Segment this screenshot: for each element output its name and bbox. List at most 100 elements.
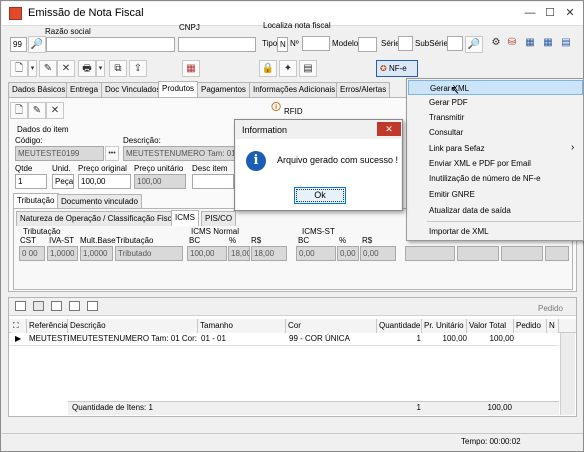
new-document-icon[interactable]: 🗋 (10, 60, 28, 77)
st-bc-field[interactable]: 0,00 (296, 246, 336, 261)
vertical-scrollbar[interactable] (560, 333, 575, 415)
col-n[interactable]: N (547, 319, 559, 333)
menu-item-atualizar-data[interactable]: Atualizar data de saída (408, 203, 583, 218)
menu-item-gerar-xml[interactable]: Gerar XML (408, 80, 583, 95)
rs-field[interactable]: 18,00 (251, 246, 287, 261)
export-icon[interactable]: ⇪ (129, 60, 147, 77)
menu-item-inutilizacao[interactable]: Inutilização de número de NF-e (408, 171, 583, 186)
menu-item-emitir-gnre[interactable]: Emitir GNRE (408, 187, 583, 202)
modelo-label: Modelo (332, 39, 359, 48)
minimize-button[interactable]: — (522, 6, 538, 20)
new-dropdown-icon[interactable]: ▾ (28, 60, 37, 77)
menu-item-transmitir[interactable]: Transmitir (408, 110, 583, 125)
tab-doc-vinculados[interactable]: Doc Vinculados (101, 82, 165, 97)
menu-item-link-sefaz[interactable]: Link para Sefaz (408, 141, 583, 156)
col-referencia[interactable]: Referência (27, 319, 68, 333)
modelo-field[interactable] (358, 37, 377, 52)
bc-field[interactable]: 100,00 (187, 246, 227, 261)
subtab-tributacao[interactable]: Tributação (13, 193, 59, 209)
col-quantidade[interactable]: Quantidade (377, 319, 422, 333)
extra-field-3[interactable] (501, 246, 543, 261)
nfe-button[interactable]: ✪ NF-e (376, 60, 418, 77)
preco-original-field[interactable]: 100,00 (78, 174, 131, 189)
col-cor[interactable]: Cor (286, 319, 377, 333)
grid-icon-4[interactable] (69, 301, 80, 311)
tab-produtos[interactable]: Produtos (158, 81, 199, 97)
tool-icon-4[interactable]: ▦ (539, 35, 557, 52)
st-perc-field[interactable]: 0,00 (337, 246, 359, 261)
print-dropdown-icon[interactable]: ▾ (96, 60, 105, 77)
extra-field-2[interactable] (457, 246, 499, 261)
edit-icon[interactable]: ✎ (39, 60, 57, 77)
menu-item-enviar-email[interactable]: Enviar XML e PDF por Email (408, 156, 583, 171)
tab-informacoes-adicionais[interactable]: Informações Adicionais (249, 82, 340, 97)
col-valor-total[interactable]: Valor Total (467, 319, 514, 333)
col-pr-unitario[interactable]: Pr. Unitário (422, 319, 467, 333)
col-pedido[interactable]: Pedido (514, 319, 547, 333)
tool-icon-5[interactable]: ▤ (557, 35, 575, 52)
serie-field[interactable] (398, 36, 413, 51)
mult-base-field[interactable]: 1,0000 (80, 246, 113, 261)
tab-entrega[interactable]: Entrega (66, 82, 103, 97)
preco-unitario-field[interactable]: 100,00 (134, 174, 186, 189)
col-tamanho[interactable]: Tamanho (198, 319, 286, 333)
grid-icon-3[interactable] (51, 301, 62, 311)
item-delete-icon[interactable]: ✕ (46, 102, 64, 119)
perc-field[interactable]: 18,00 (228, 246, 250, 261)
tributacao-field[interactable]: Tributado (115, 246, 183, 261)
cnpj-field[interactable] (178, 37, 256, 52)
key-icon[interactable]: ✦ (279, 60, 297, 77)
taxtab-pis-cofins[interactable]: PIS/CO (201, 211, 237, 226)
grid-icon-2[interactable] (33, 301, 44, 311)
print-icon[interactable]: 🖶 (78, 60, 96, 77)
search-client-icon[interactable]: 🔎 (28, 36, 46, 53)
prefix-field[interactable]: 99 (10, 37, 27, 52)
subtab-documento-vinculado[interactable]: Documento vinculado (57, 194, 142, 209)
extra-field-1[interactable] (405, 246, 455, 261)
desc-item-field[interactable] (192, 174, 234, 189)
iva-st-field[interactable]: 1,0000 (47, 246, 78, 261)
col-descricao[interactable]: Descrição (68, 319, 198, 333)
doc-icon[interactable]: ▤ (299, 60, 317, 77)
tool-icon-2[interactable]: ⛁ (503, 35, 521, 52)
taxtab-icms[interactable]: ICMS (171, 210, 199, 226)
col-indicator-icon[interactable]: ⛶ (11, 319, 27, 333)
item-edit-icon[interactable]: ✎ (28, 102, 46, 119)
rfid-icon[interactable]: 🛈 (271, 100, 281, 117)
cst-field[interactable]: 0 00 (19, 246, 45, 261)
tipo-field[interactable]: N (277, 37, 288, 52)
close-window-button[interactable]: ✕ (562, 6, 578, 20)
numero-field[interactable] (302, 36, 330, 51)
grid-icon-1[interactable] (15, 301, 26, 311)
tab-erros-alertas[interactable]: Erros/Alertas (336, 82, 391, 97)
item-new-icon[interactable]: 🗋 (10, 102, 28, 119)
taxtab-natureza[interactable]: Natureza de Operação / Classificação Fis… (16, 211, 182, 226)
menu-item-consultar[interactable]: Consultar (408, 125, 583, 140)
menu-item-importar-xml[interactable]: Importar de XML (408, 224, 583, 239)
delete-icon[interactable]: ✕ (57, 60, 75, 77)
rfid-label[interactable]: RFID (284, 107, 303, 116)
tool-icon-3[interactable]: ▦ (521, 35, 539, 52)
dialog-ok-button[interactable]: Ok (294, 187, 346, 204)
calculator-icon[interactable]: ▦ (182, 60, 200, 77)
qtde-field[interactable]: 1 (15, 174, 47, 189)
menu-item-gerar-pdf[interactable]: Gerar PDF (408, 95, 583, 110)
subserie-field[interactable] (447, 36, 463, 51)
razao-social-field[interactable] (46, 37, 175, 52)
tab-pagamentos[interactable]: Pagamentos (197, 82, 250, 97)
codigo-lookup-button[interactable]: ••• (105, 146, 119, 161)
st-rs-field[interactable]: 0,00 (360, 246, 396, 261)
extra-field-4[interactable] (545, 246, 569, 261)
codigo-field[interactable]: MEUTESTE0199 (15, 146, 104, 161)
tab-dados-basicos[interactable]: Dados Básicos (8, 82, 70, 97)
maximize-button[interactable]: ☐ (542, 6, 558, 20)
footer-qtd-total: 1 (416, 403, 421, 412)
dialog-close-button[interactable]: ✕ (377, 122, 401, 136)
descricao-field[interactable]: MEUTESTENUMERO Tam: 01 (123, 146, 235, 161)
unid-field[interactable]: Peça (52, 174, 74, 189)
search-nota-icon[interactable]: 🔎 (465, 36, 483, 53)
lock-icon[interactable]: 🔒 (259, 60, 277, 77)
copy-icon[interactable]: ⧉ (109, 60, 127, 77)
table-row[interactable]: ▶ MEUTESTE MEUTESTENUMERO Tam: 01 Cor: C… (9, 333, 559, 346)
grid-icon-5[interactable] (87, 301, 98, 311)
